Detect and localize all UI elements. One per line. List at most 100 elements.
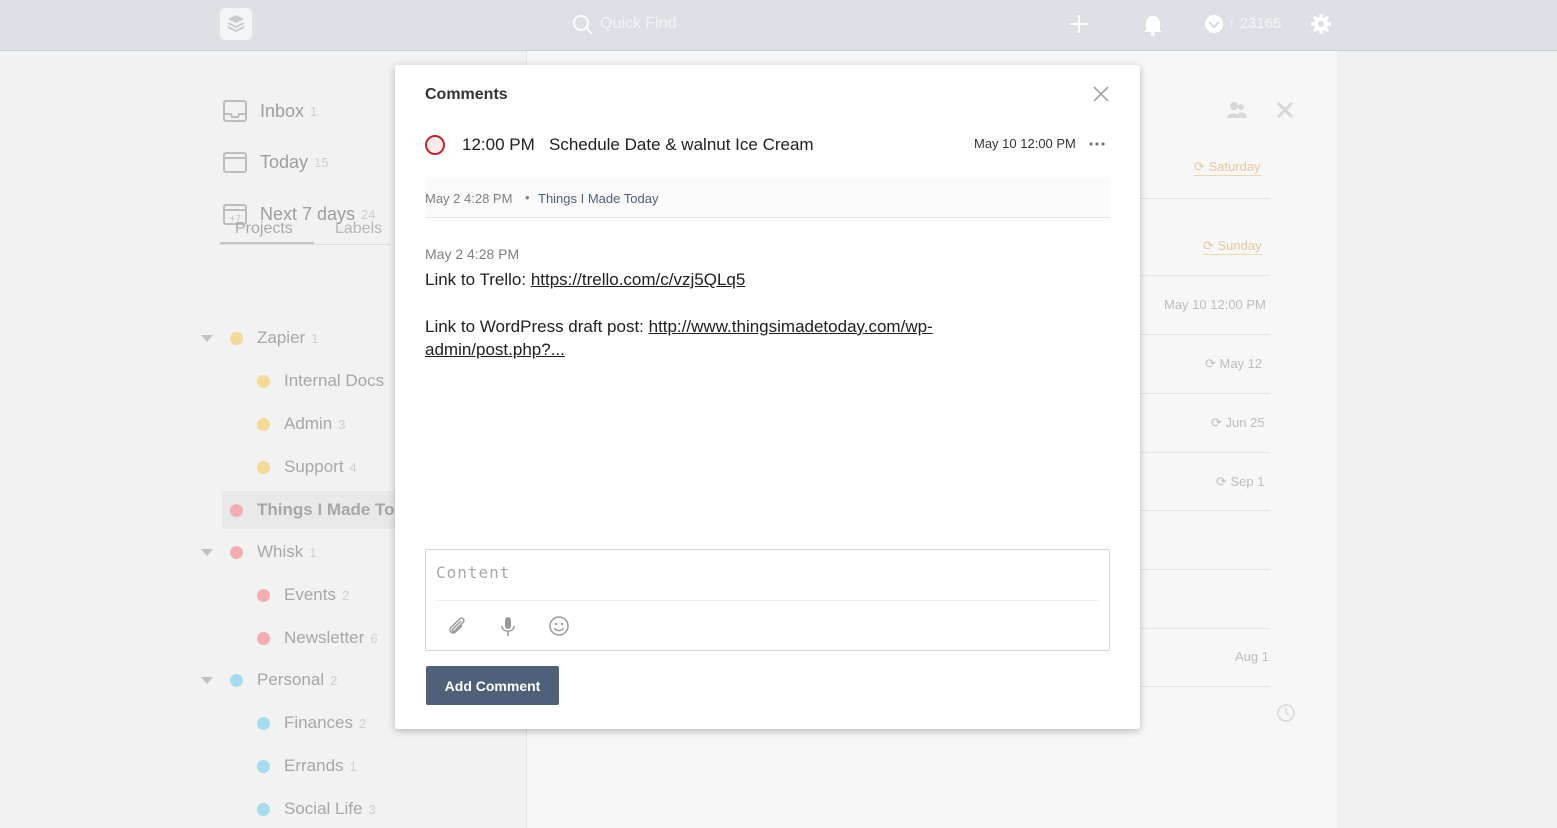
due-label: Saturday: [1208, 159, 1261, 174]
emoji-icon[interactable]: [548, 615, 570, 637]
row-divider: [1140, 628, 1270, 629]
dialog-title: Comments: [425, 86, 508, 103]
karma-value: 23165: [1239, 15, 1282, 32]
sidebar-project[interactable]: Finances 2: [257, 710, 366, 736]
sidebar-project[interactable]: Errands 1: [257, 753, 357, 779]
comment-content-input[interactable]: [436, 560, 1096, 584]
sidebar-project[interactable]: Zapier 1: [230, 325, 318, 351]
paperclip-icon[interactable]: [446, 615, 468, 637]
close-icon[interactable]: [1092, 85, 1110, 103]
project-color-dot: [230, 331, 243, 345]
collapse-caret-icon[interactable]: [201, 549, 213, 556]
project-count: 4: [349, 459, 357, 475]
row-divider: [1140, 452, 1270, 453]
sidebar-item-inbox[interactable]: Inbox 1: [222, 97, 317, 125]
karma-count[interactable]: ↑ 23165: [1228, 15, 1281, 32]
wordpress-link-part: http://www.thingsimadetoday.com/wp-: [648, 317, 933, 336]
project-count: 2: [330, 672, 338, 688]
top-bar: ↑ 23165: [0, 0, 1557, 51]
sidebar-tabs: Projects Labels: [220, 212, 390, 245]
share-people-icon[interactable]: [1226, 100, 1248, 120]
due-label: Jun 25: [1225, 415, 1265, 430]
sidebar-project-selected[interactable]: Things I Made To: [230, 497, 395, 523]
task-due-date[interactable]: Aug 1: [1235, 649, 1269, 664]
comment-text-prefix: Link to WordPress draft post:: [425, 317, 649, 336]
plus-icon[interactable]: [1068, 13, 1090, 35]
project-count: 2: [358, 715, 367, 731]
project-color-dot: [257, 802, 270, 816]
comment-composer: [425, 549, 1110, 651]
tools-icon[interactable]: [1276, 101, 1294, 119]
sidebar-item-today[interactable]: Today 15: [222, 148, 329, 176]
comment-text-prefix: Link to Trello:: [425, 270, 531, 289]
project-color-dot: [230, 673, 243, 687]
row-divider: [1140, 198, 1270, 199]
sidebar-project[interactable]: Social Life 3: [257, 796, 376, 822]
right-gutter: [1337, 51, 1557, 828]
project-color-dot: [230, 503, 243, 517]
project-color-dot: [257, 588, 270, 602]
microphone-icon[interactable]: [497, 615, 519, 637]
task-meta: May 2 4:28 PM • Things I Made Today: [425, 177, 1110, 218]
row-divider: [1140, 393, 1270, 394]
sidebar-project[interactable]: Whisk 1: [230, 539, 317, 565]
task-due-date[interactable]: ⟳ May 12: [1205, 356, 1262, 372]
app-logo-icon[interactable]: [220, 8, 252, 40]
project-count: 1: [311, 330, 319, 346]
project-label: Internal Docs: [284, 371, 385, 390]
project-color-dot: [257, 417, 270, 431]
task-created-time: May 2 4:28 PM: [425, 191, 513, 206]
collapse-caret-icon[interactable]: [201, 677, 213, 684]
sidebar-project[interactable]: Support 4: [257, 454, 357, 480]
comment-text: Link to Trello: https://trello.com/c/vzj…: [425, 268, 745, 291]
karma-icon[interactable]: [1204, 14, 1224, 34]
bell-icon[interactable]: [1142, 13, 1164, 37]
project-color-dot: [257, 374, 270, 388]
task-due-date[interactable]: May 10 12:00 PM: [974, 136, 1076, 151]
row-divider: [1140, 275, 1270, 276]
project-label: Admin: [284, 414, 333, 433]
nav-label: Today: [260, 151, 309, 172]
project-count: 2: [341, 587, 350, 603]
task-due-date[interactable]: May 10 12:00 PM: [1164, 297, 1266, 312]
row-divider: [1140, 334, 1270, 335]
task-project-link[interactable]: Things I Made Today: [538, 191, 658, 206]
project-label: Whisk: [257, 542, 304, 561]
search-input[interactable]: [600, 12, 900, 36]
history-icon[interactable]: [1276, 703, 1296, 723]
tab-projects[interactable]: Projects: [235, 220, 293, 238]
sidebar-project[interactable]: Internal Docs: [257, 368, 384, 394]
gear-icon[interactable]: [1310, 13, 1332, 35]
active-tab-indicator: [220, 242, 314, 244]
task-due-date[interactable]: ⟳ Saturday: [1194, 159, 1261, 176]
project-label: Events: [284, 585, 336, 604]
project-label: Social Life: [284, 799, 363, 818]
tab-labels[interactable]: Labels: [335, 220, 382, 238]
task-complete-checkbox[interactable]: [425, 135, 445, 155]
collapse-caret-icon[interactable]: [201, 335, 213, 342]
sidebar-project[interactable]: Admin 3: [257, 411, 345, 437]
project-label: Personal: [257, 670, 325, 689]
add-comment-button[interactable]: Add Comment: [426, 666, 559, 705]
project-label: Things I Made To: [257, 500, 395, 519]
trello-link[interactable]: https://trello.com/c/vzj5QLq5: [531, 270, 745, 289]
task-due-date[interactable]: ⟳ Sunday: [1203, 238, 1262, 255]
composer-divider: [436, 600, 1099, 601]
project-count: 6: [370, 630, 378, 646]
project-count: 3: [368, 801, 376, 817]
project-label: Zapier: [257, 328, 306, 347]
project-label: Finances: [284, 713, 353, 732]
sidebar-project[interactable]: Events 2: [257, 582, 349, 608]
due-label: May 12: [1219, 356, 1263, 371]
row-divider: [1140, 686, 1270, 687]
task-due-date[interactable]: ⟳ Jun 25: [1211, 415, 1265, 431]
project-count: 1: [349, 758, 357, 774]
more-options-icon[interactable]: [1088, 139, 1106, 149]
sidebar-project[interactable]: Personal 2: [230, 667, 337, 693]
task-title[interactable]: Schedule Date & walnut Ice Cream: [549, 135, 814, 155]
sidebar-project[interactable]: Newsletter 6: [257, 625, 378, 651]
project-label: Errands: [284, 756, 344, 775]
project-count: 3: [338, 416, 346, 432]
task-due-date[interactable]: ⟳ Sep 1: [1216, 474, 1265, 490]
due-label: Sep 1: [1230, 474, 1265, 489]
